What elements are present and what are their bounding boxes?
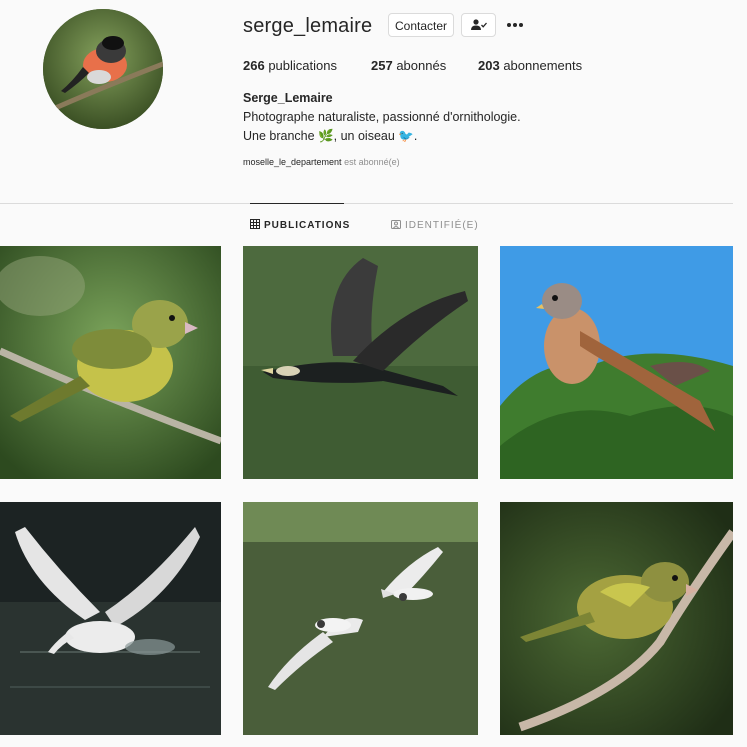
followers-count[interactable]: 257 abonnés: [371, 58, 446, 73]
profile-divider: [0, 203, 733, 204]
more-dots-icon: [507, 23, 523, 27]
profile-avatar[interactable]: [43, 9, 163, 129]
followers-count-value: 257: [371, 58, 393, 73]
tagged-icon: [391, 220, 401, 229]
bio-line-1: Photographe naturaliste, passionné d'orn…: [243, 110, 521, 124]
tab-tagged-label: IDENTIFIÉ(E): [405, 220, 479, 231]
greenfinch-photo: [0, 246, 221, 479]
posts-count-value: 266: [243, 58, 265, 73]
swan-photo: [0, 502, 221, 735]
following-count-label: abonnements: [503, 58, 583, 73]
post-thumbnail[interactable]: [243, 502, 478, 735]
grid-icon: [250, 219, 260, 229]
greenfinch-perched-photo: [500, 502, 733, 735]
cormorant-photo: [243, 246, 478, 479]
person-check-icon: [471, 19, 487, 30]
bullfinch-avatar-image: [43, 9, 163, 129]
followed-by: moselle_le_departement est abonné(e): [243, 157, 400, 167]
followed-by-text: est abonné(e): [344, 157, 400, 167]
contact-button[interactable]: Contacter: [388, 13, 454, 37]
post-thumbnail[interactable]: [500, 502, 733, 735]
post-thumbnail[interactable]: [0, 502, 221, 735]
bio-line-2: Une branche 🌿, un oiseau 🐦.: [243, 129, 417, 144]
kestrel-photo: [500, 246, 733, 479]
following-count[interactable]: 203 abonnements: [478, 58, 582, 73]
posts-count-label: publications: [268, 58, 337, 73]
post-thumbnail[interactable]: [0, 246, 221, 479]
following-button[interactable]: [461, 13, 496, 37]
profile-full-name: Serge_Lemaire: [243, 91, 333, 105]
gulls-photo: [243, 502, 478, 735]
bio-text-a: Une branche: [243, 129, 315, 143]
leaf-emoji: 🌿: [318, 129, 334, 143]
tab-publications[interactable]: PUBLICATIONS: [250, 219, 350, 231]
more-options-button[interactable]: [505, 17, 525, 33]
post-thumbnail[interactable]: [243, 246, 478, 479]
posts-count: 266 publications: [243, 58, 337, 73]
bio-text-c: .: [413, 129, 418, 143]
bird-emoji: 🐦: [398, 129, 414, 143]
followed-by-account-link[interactable]: moselle_le_departement: [243, 157, 342, 167]
profile-username: serge_lemaire: [243, 15, 373, 37]
followers-count-label: abonnés: [396, 58, 447, 73]
tab-publications-label: PUBLICATIONS: [264, 220, 351, 231]
following-count-value: 203: [478, 58, 500, 73]
bio-text-b: , un oiseau: [333, 129, 395, 143]
post-thumbnail[interactable]: [500, 246, 733, 479]
tab-tagged[interactable]: IDENTIFIÉ(E): [391, 219, 479, 231]
active-tab-indicator: [250, 203, 344, 204]
